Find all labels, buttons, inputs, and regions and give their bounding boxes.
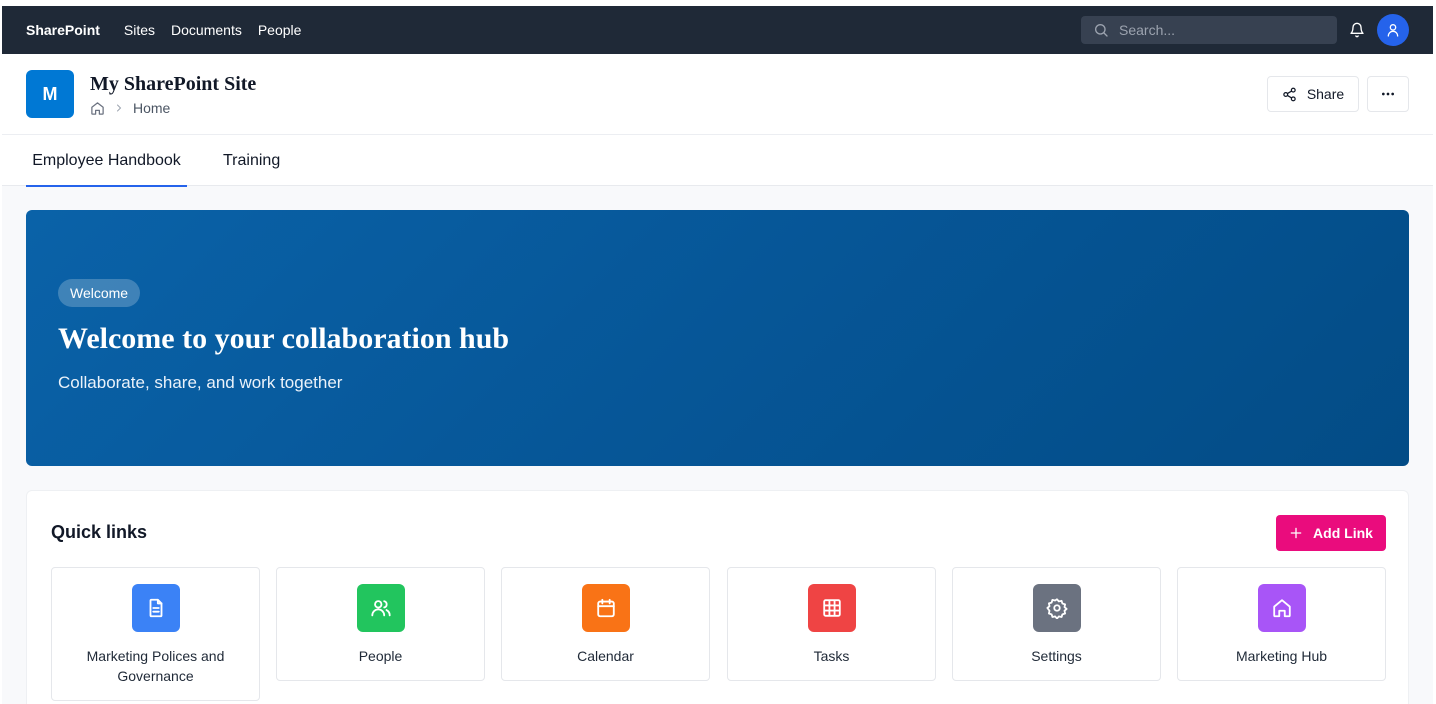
quick-link-icon-tile	[1033, 584, 1081, 632]
top-nav-links: Sites Documents People	[124, 22, 302, 38]
nav-link-sites[interactable]: Sites	[124, 22, 155, 38]
plus-icon	[1290, 527, 1302, 539]
tab-label: Employee Handbook	[32, 151, 181, 169]
quick-link-marketing-policies[interactable]: Marketing Polices and Governance	[51, 567, 260, 701]
welcome-badge: Welcome	[58, 279, 141, 307]
quick-link-people[interactable]: People	[276, 567, 485, 681]
notifications-button[interactable]	[1348, 20, 1366, 40]
breadcrumb: Home	[90, 100, 170, 116]
search-box[interactable]	[1081, 16, 1337, 44]
top-nav-bar: SharePoint Sites Documents People	[2, 6, 1433, 54]
search-icon	[1095, 24, 1108, 37]
ellipsis-icon	[1382, 92, 1394, 96]
more-options-button[interactable]	[1367, 76, 1409, 112]
quick-link-icon-tile	[582, 584, 630, 632]
quick-link-label: Marketing Hub	[1235, 648, 1328, 664]
quick-link-label: Settings	[1031, 648, 1082, 664]
home-icon	[1273, 599, 1291, 618]
quick-link-label: People	[358, 648, 403, 664]
quick-link-label: Calendar	[577, 648, 634, 664]
quick-links-title: Quick links	[51, 522, 148, 542]
user-icon	[1387, 24, 1399, 37]
chevron-right-icon	[117, 104, 122, 112]
users-icon	[371, 600, 391, 617]
tab-label: Training	[223, 151, 281, 169]
tab-employee-handbook[interactable]: Employee Handbook	[26, 135, 187, 187]
tab-training[interactable]: Training	[223, 135, 280, 186]
document-icon	[149, 598, 163, 618]
user-avatar-button[interactable]	[1377, 14, 1409, 46]
quick-link-tasks[interactable]: Tasks	[727, 567, 936, 681]
home-icon[interactable]	[90, 101, 105, 116]
quick-link-label: Tasks	[813, 648, 850, 664]
brand-logo[interactable]: SharePoint	[26, 22, 100, 38]
tabs-bar: Employee Handbook Training	[2, 135, 1433, 187]
breadcrumb-current: Home	[133, 100, 171, 116]
quick-link-label: Marketing Polices and Governance	[86, 648, 225, 684]
site-title: My SharePoint Site	[90, 73, 257, 95]
quick-link-icon-tile	[357, 584, 405, 632]
hero-subtitle: Collaborate, share, and work together	[58, 373, 343, 392]
bell-icon	[1350, 22, 1364, 38]
share-button[interactable]: Share	[1267, 76, 1359, 112]
add-link-button[interactable]: Add Link	[1276, 515, 1386, 551]
gear-icon	[1046, 598, 1068, 619]
hero-banner: Welcome Welcome to your collaboration hu…	[26, 210, 1409, 466]
grid-icon	[823, 599, 841, 617]
add-link-label: Add Link	[1313, 525, 1373, 541]
nav-link-documents[interactable]: Documents	[171, 22, 242, 38]
quick-link-icon-tile	[1258, 584, 1306, 632]
quick-link-icon-tile	[808, 584, 856, 632]
nav-link-people[interactable]: People	[258, 22, 302, 38]
site-header: M My SharePoint Site Home Share	[2, 54, 1433, 135]
quick-link-calendar[interactable]: Calendar	[501, 567, 710, 681]
quick-links-panel: Quick links Add Link Marketing Polices a…	[26, 490, 1409, 704]
hero-title: Welcome to your collaboration hub	[58, 322, 510, 355]
calendar-icon	[597, 598, 615, 618]
quick-link-settings[interactable]: Settings	[952, 567, 1161, 681]
share-icon	[1283, 87, 1296, 101]
site-logo[interactable]: M	[26, 70, 74, 118]
quick-link-icon-tile	[132, 584, 180, 632]
app-frame: SharePoint Sites Documents People M My S…	[2, 6, 1433, 704]
quick-link-marketing-hub[interactable]: Marketing Hub	[1177, 567, 1386, 681]
share-button-label: Share	[1306, 86, 1345, 102]
search-input[interactable]	[1119, 22, 1319, 38]
